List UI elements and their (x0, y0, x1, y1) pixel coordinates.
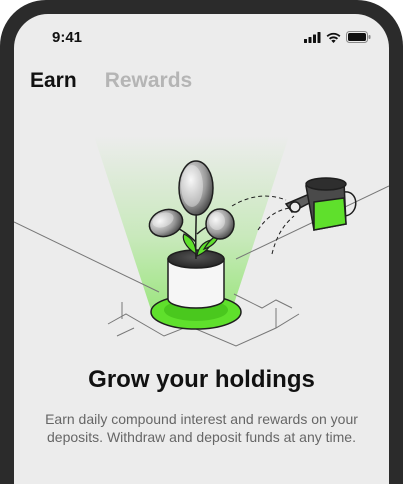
app-screen: 9:41 Earn Rewards Grow your holdings Ear… (14, 14, 389, 484)
status-time: 9:41 (52, 29, 83, 46)
hero-title: Grow your holdings (88, 366, 315, 393)
battery-icon (346, 31, 371, 43)
hero-illustration (14, 136, 389, 347)
hero-description: Earn daily compound interest and rewards… (45, 411, 358, 445)
signal-icon (304, 31, 321, 43)
watering-can-icon (284, 177, 357, 231)
tab-earn[interactable]: Earn (30, 69, 77, 93)
tab-bar: Earn Rewards (30, 69, 192, 93)
coin-right (205, 208, 235, 240)
status-icons (304, 30, 371, 44)
status-bar: 9:41 (14, 14, 389, 58)
tab-rewards[interactable]: Rewards (105, 69, 193, 93)
wifi-icon (326, 32, 341, 43)
phone-frame: 9:41 Earn Rewards Grow your holdings Ear… (0, 0, 403, 484)
coin-top (178, 160, 214, 216)
